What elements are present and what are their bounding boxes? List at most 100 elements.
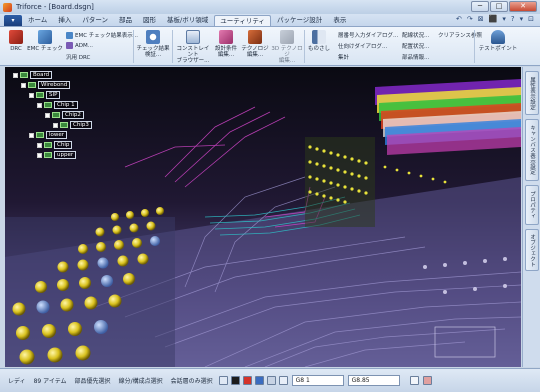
tree-node-wirebond[interactable]: Wirebond <box>21 81 71 89</box>
dock-tab-properties[interactable]: プロパティ <box>525 185 539 225</box>
display-mode-icon[interactable] <box>278 376 288 385</box>
wiring-status-button[interactable]: 配線状況... <box>402 31 429 39</box>
magnifier-icon <box>146 30 160 44</box>
tab-pattern[interactable]: パターン <box>77 15 113 26</box>
layer-stack <box>375 79 521 155</box>
tree-node-sip[interactable]: SIP <box>29 91 61 99</box>
ribbon-separator <box>474 30 475 63</box>
adm-icon <box>66 42 73 49</box>
tree-node-chip[interactable]: Chip <box>37 141 73 149</box>
test-point-button[interactable]: テストポイント <box>478 30 518 52</box>
design-rules-button[interactable]: 設計条件 編集... <box>212 30 240 58</box>
dock-tab-canvas-display[interactable]: キャンバス表示設定 <box>525 119 539 181</box>
emc-check-icon <box>38 30 52 44</box>
checkbox[interactable] <box>45 112 50 118</box>
dock-tab-attribute-display[interactable]: 属性表示設定 <box>525 71 539 115</box>
exit-dialog-button[interactable]: 仕向けダイアログ... <box>338 42 387 50</box>
tab-board-area[interactable]: 基板/ボリ領域 <box>162 15 213 26</box>
view-icon[interactable] <box>230 376 240 385</box>
tab-home[interactable]: ホーム <box>23 15 52 26</box>
tab-package-design[interactable]: パッケージ設計 <box>272 15 327 26</box>
snap-icon[interactable] <box>254 376 264 385</box>
tree-node-chip3[interactable]: Chip3 <box>53 121 92 129</box>
monoshi-button[interactable]: ものさし <box>304 30 334 52</box>
checkbox[interactable] <box>37 102 42 108</box>
status-item-count: 89 アイテム <box>33 378 67 385</box>
check-result-button[interactable]: チェック結果 検証... <box>136 30 170 58</box>
checkbox[interactable] <box>13 72 18 78</box>
settings-icon[interactable] <box>409 376 419 385</box>
tree-label: SIP <box>46 91 61 99</box>
adm-button[interactable]: ADM... <box>66 42 93 49</box>
part-info-label: 部品情報... <box>402 55 430 61</box>
folder-icon <box>44 102 52 108</box>
grid-combo-1[interactable]: G8 1 <box>291 375 344 386</box>
dock-tab-objects[interactable]: オブジェクト <box>525 229 539 271</box>
move-icon[interactable] <box>266 376 276 385</box>
tree-node-board[interactable]: Board <box>13 71 53 79</box>
tab-insert[interactable]: 挿入 <box>53 15 76 26</box>
layer-color-icon[interactable] <box>242 376 252 385</box>
tree-label: upper <box>54 151 77 159</box>
layer-dropdown-icon[interactable]: ▾ <box>502 15 506 23</box>
tab-shapes[interactable]: 図形 <box>138 15 161 26</box>
layer-dialog-button[interactable]: 層番号入力ダイアログ... <box>338 31 398 39</box>
tree-label: Board <box>30 71 53 79</box>
tech-3d-button[interactable]: 3D テクノロジ 編集... <box>270 30 304 64</box>
undo-icon[interactable]: ↶ <box>456 15 462 23</box>
aggregate-button[interactable]: 集計 <box>338 53 349 61</box>
tree-node-lower[interactable]: lower <box>29 131 68 139</box>
tree-node-chip1[interactable]: Chip 1 <box>37 101 78 109</box>
minimize-button[interactable]: ─ <box>471 1 489 12</box>
checkbox[interactable] <box>21 82 26 88</box>
close-button[interactable]: ✕ <box>509 1 537 12</box>
aggregate-label: 集計 <box>338 55 350 61</box>
general-drc-button[interactable]: 汎用 DRC <box>66 53 90 61</box>
checkbox[interactable] <box>37 142 42 148</box>
grid-combo-2[interactable]: G8.85 <box>347 375 400 386</box>
application-menu-button[interactable]: ▾ <box>4 15 22 26</box>
layer-only-select[interactable]: 会話層のみ選択 <box>171 376 213 385</box>
checkbox[interactable] <box>29 92 34 98</box>
technology-icon <box>248 30 262 44</box>
emc-check-label: EMC チェック <box>27 46 63 52</box>
tree-label: Chip 1 <box>54 101 78 109</box>
placement-status-button[interactable]: 配置状況... <box>402 42 429 50</box>
test-point-icon <box>491 30 505 44</box>
checkbox[interactable] <box>53 122 58 128</box>
help-icon[interactable]: ? <box>511 15 515 23</box>
technology-button[interactable]: テクノロジ 編集... <box>240 30 270 58</box>
browser-icon <box>186 30 200 44</box>
emc-check-button[interactable]: EMC チェック <box>26 30 64 52</box>
error-icon[interactable] <box>422 376 432 385</box>
part-info-button[interactable]: 部品情報... <box>402 53 429 61</box>
segment-select[interactable]: 線分/構成点選択 <box>119 376 163 385</box>
tab-view[interactable]: 表示 <box>328 15 351 26</box>
tree-node-upper[interactable]: upper <box>37 151 77 159</box>
monoshi-label: ものさし <box>307 46 330 52</box>
help-dropdown-icon[interactable]: ▾ <box>520 15 524 23</box>
title-bar: Triforce - [Board.dsgn] ─ □ ✕ <box>0 0 540 14</box>
maximize-button[interactable]: □ <box>490 1 508 12</box>
window-mode-icon[interactable]: ⊡ <box>528 15 534 23</box>
clearance-ref-button[interactable]: クリアランス参照 <box>438 31 482 39</box>
folder-icon <box>20 72 28 78</box>
part-priority-select[interactable]: 部品優先選択 <box>75 376 111 385</box>
constraint-browser-button[interactable]: コンストレイント ブラウザー... <box>174 30 212 64</box>
select-icon[interactable]: ⊠ <box>478 15 484 23</box>
tech-3d-label: 3D テクノロジ 編集... <box>271 46 303 64</box>
emc-result-button[interactable]: EMC チェック結果表示... <box>66 31 138 39</box>
status-ready: レディ <box>8 378 26 385</box>
checkbox[interactable] <box>37 152 42 158</box>
3d-board-view[interactable]: Board Wirebond SIP Chip 1 Chip2 Chip3 lo… <box>5 67 521 367</box>
tree-node-chip2[interactable]: Chip2 <box>45 111 84 119</box>
redo-icon[interactable]: ↷ <box>467 15 473 23</box>
tree-label: Wirebond <box>38 81 71 89</box>
folder-icon <box>36 132 44 138</box>
layer-icon[interactable]: ⬛ <box>489 15 498 23</box>
grid-icon[interactable] <box>218 376 228 385</box>
tab-utility[interactable]: ユーティリティ <box>214 15 271 26</box>
tree-label: Chip3 <box>70 121 92 129</box>
tab-parts[interactable]: 部品 <box>114 15 137 26</box>
checkbox[interactable] <box>29 132 34 138</box>
